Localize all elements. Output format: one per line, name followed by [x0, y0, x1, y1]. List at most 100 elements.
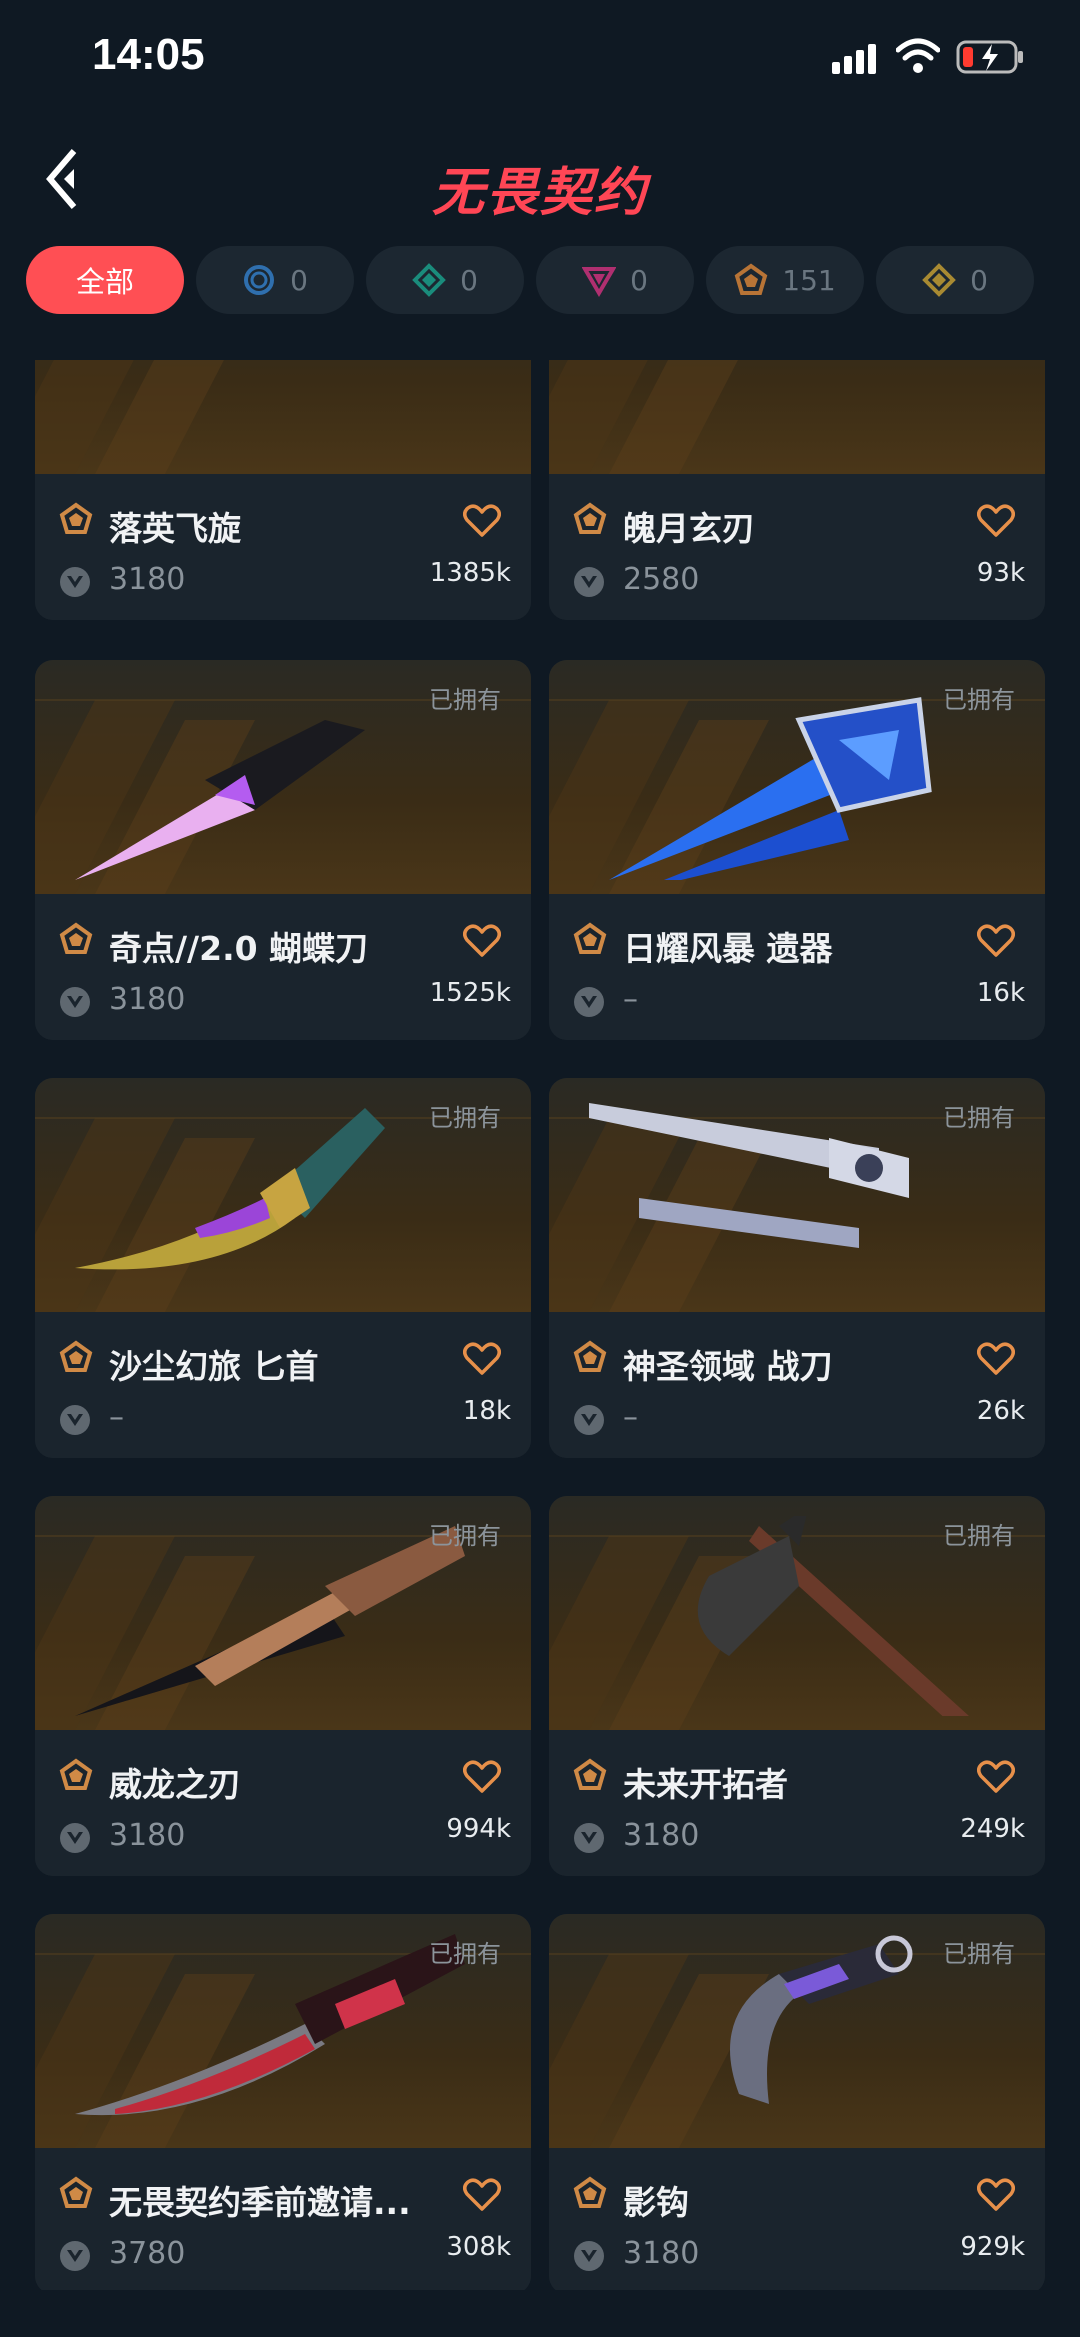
exclusive-tier-icon	[59, 922, 93, 954]
card-info: 神圣领域 战刀 – 26k	[549, 1312, 1045, 1458]
owned-label: 已拥有	[943, 1104, 1015, 1132]
card-info: 影钩 3180 929k	[549, 2148, 1045, 2290]
filter-count: 0	[970, 263, 988, 297]
skin-card[interactable]: 已拥有 未来开拓者 3180 249k	[549, 1496, 1045, 1876]
skin-card[interactable]: 已拥有 沙尘幻旅 匕首 – 18k	[35, 1078, 531, 1458]
skin-card[interactable]: 落英飞旋 3180 1385k	[35, 360, 531, 620]
skin-image	[35, 360, 531, 474]
tier-filter-bar: 全部 0 0 0 151 0	[26, 246, 1054, 314]
skin-price: 2580	[623, 562, 700, 597]
skin-price: –	[109, 1400, 124, 1435]
exclusive-tier-icon	[734, 263, 768, 295]
card-info: 沙尘幻旅 匕首 – 18k	[35, 1312, 531, 1458]
skin-price: 3180	[109, 982, 186, 1017]
owned-label: 已拥有	[429, 1940, 501, 1968]
card-info: 未来开拓者 3180 249k	[549, 1730, 1045, 1876]
exclusive-tier-icon	[59, 502, 93, 534]
skin-name: 魄月玄刃	[623, 509, 755, 548]
skin-card[interactable]: 已拥有 神圣领域 战刀 – 26k	[549, 1078, 1045, 1458]
skin-card[interactable]: 魄月玄刃 2580 93k	[549, 360, 1045, 620]
skin-card[interactable]: 已拥有 奇点//2.0 蝴蝶刀 3180 1525k	[35, 660, 531, 1040]
heart-icon[interactable]	[463, 2178, 501, 2212]
heart-icon[interactable]	[977, 1760, 1015, 1794]
status-time: 14:05	[92, 30, 205, 79]
like-count: 994k	[446, 1814, 511, 1844]
skin-price: –	[623, 1400, 638, 1435]
card-info: 魄月玄刃 2580 93k	[549, 474, 1045, 620]
filter-count: 0	[290, 263, 308, 297]
filter-exclusive-tier[interactable]: 151	[706, 246, 864, 314]
owned-label: 已拥有	[943, 686, 1015, 714]
owned-label: 已拥有	[943, 1522, 1015, 1550]
skin-name: 日耀风暴 遗器	[623, 929, 833, 968]
card-info: 无畏契约季前邀请... 3780 308k	[35, 2148, 531, 2290]
like-count: 18k	[462, 1396, 511, 1426]
signal-icon	[832, 44, 876, 74]
heart-icon[interactable]	[463, 504, 501, 538]
card-info: 威龙之刃 3180 994k	[35, 1730, 531, 1876]
exclusive-tier-icon	[573, 922, 607, 954]
skin-price: 3180	[623, 2236, 700, 2271]
exclusive-tier-icon	[59, 1340, 93, 1372]
skin-price: 3780	[109, 2236, 186, 2271]
filter-count: 0	[460, 263, 478, 297]
weapon-karambit-blue-image	[579, 360, 1019, 460]
skin-image: 已拥有	[35, 1496, 531, 1730]
skin-image: 已拥有	[35, 1914, 531, 2148]
heart-icon[interactable]	[977, 504, 1015, 538]
filter-all[interactable]: 全部	[26, 246, 184, 314]
owned-label: 已拥有	[429, 686, 501, 714]
heart-icon[interactable]	[977, 924, 1015, 958]
like-count: 93k	[976, 558, 1025, 588]
skin-card[interactable]: 已拥有 影钩 3180 929k	[549, 1914, 1045, 2290]
skin-image	[549, 360, 1045, 474]
filter-premium-tier[interactable]: 0	[536, 246, 694, 314]
skin-price: 3180	[109, 1818, 186, 1853]
weapon-butterfly-gold-image	[65, 360, 505, 460]
filter-deluxe-tier[interactable]: 0	[366, 246, 524, 314]
vp-currency-icon	[574, 567, 604, 597]
skin-card[interactable]: 已拥有 威龙之刃 3180 994k	[35, 1496, 531, 1876]
battery-charging-icon	[956, 40, 1023, 74]
skin-name: 无畏契约季前邀请...	[109, 2183, 411, 2222]
skin-grid: 落英飞旋 3180 1385k 魄月玄刃 2580 93k 已拥有 奇点//2.…	[35, 360, 1045, 2290]
header: 无畏契约	[0, 130, 1080, 230]
vp-currency-icon	[574, 1823, 604, 1853]
like-count: 929k	[960, 2232, 1025, 2262]
vp-currency-icon	[60, 1823, 90, 1853]
exclusive-tier-icon	[59, 1758, 93, 1790]
wifi-icon	[896, 38, 940, 73]
filter-ultra-tier[interactable]: 0	[876, 246, 1034, 314]
owned-label: 已拥有	[943, 1940, 1015, 1968]
deluxe-tier-icon	[412, 263, 446, 297]
select-tier-icon	[244, 265, 275, 295]
exclusive-tier-icon	[573, 1758, 607, 1790]
skin-name: 奇点//2.0 蝴蝶刀	[109, 929, 369, 968]
skin-image: 已拥有	[549, 1914, 1045, 2148]
skin-image: 已拥有	[549, 1496, 1045, 1730]
like-count: 26k	[976, 1396, 1025, 1426]
skin-name: 落英飞旋	[109, 509, 241, 548]
skin-image: 已拥有	[35, 660, 531, 894]
heart-icon[interactable]	[463, 1760, 501, 1794]
exclusive-tier-icon	[573, 502, 607, 534]
ultra-tier-icon	[922, 263, 956, 297]
heart-icon[interactable]	[977, 1342, 1015, 1376]
vp-currency-icon	[574, 2241, 604, 2271]
heart-icon[interactable]	[463, 924, 501, 958]
vp-currency-icon	[60, 567, 90, 597]
skin-card[interactable]: 已拥有 无畏契约季前邀请... 3780 308k	[35, 1914, 531, 2290]
filter-label: 全部	[75, 265, 134, 299]
exclusive-tier-icon	[59, 2176, 93, 2208]
premium-tier-icon	[582, 267, 617, 297]
heart-icon[interactable]	[463, 1342, 501, 1376]
like-count: 308k	[446, 2232, 511, 2262]
like-count: 1385k	[429, 558, 511, 588]
filter-select-tier[interactable]: 0	[196, 246, 354, 314]
heart-icon[interactable]	[977, 2178, 1015, 2212]
filter-count: 0	[630, 263, 648, 297]
vp-currency-icon	[60, 1405, 90, 1435]
skin-card[interactable]: 已拥有 日耀风暴 遗器 – 16k	[549, 660, 1045, 1040]
skin-name: 未来开拓者	[623, 1765, 788, 1804]
skin-name: 影钩	[623, 2183, 689, 2222]
